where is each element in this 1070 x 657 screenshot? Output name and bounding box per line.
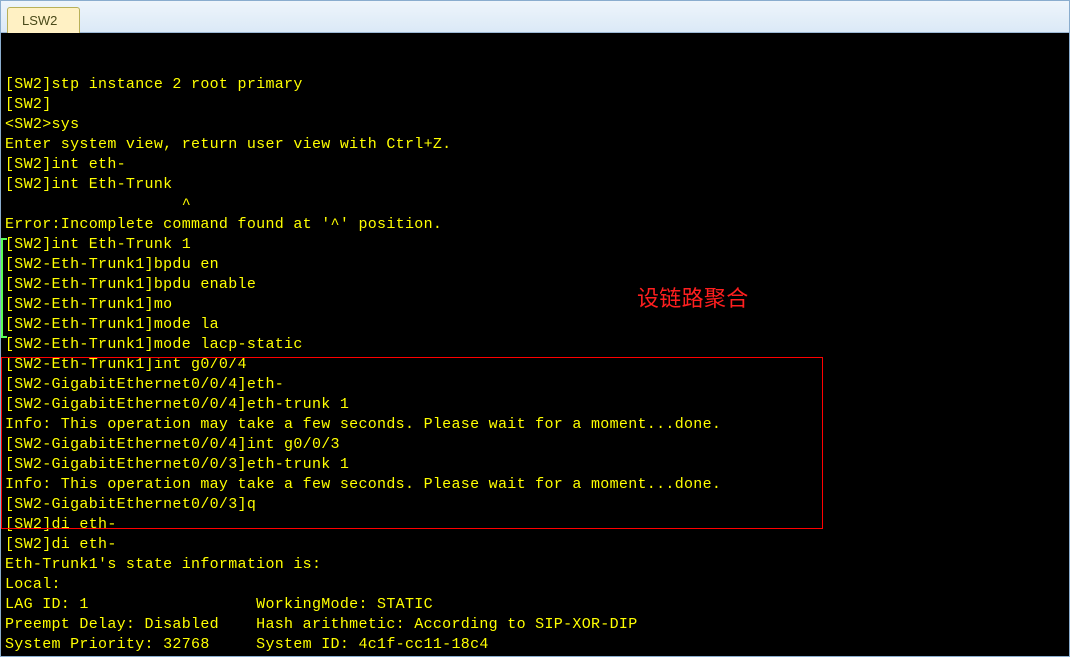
terminal-line: [SW2]int Eth-Trunk 1 xyxy=(5,235,1065,255)
app-window: LSW2 [SW2]stp instance 2 root primary[SW… xyxy=(0,0,1070,657)
terminal-line: Info: This operation may take a few seco… xyxy=(5,475,1065,495)
terminal-lines: [SW2]stp instance 2 root primary[SW2]<SW… xyxy=(5,75,1065,656)
terminal-line: Least Active-linknumber: 1 Max Active-li… xyxy=(5,655,1065,656)
bracket-indicator xyxy=(1,238,7,338)
terminal-line: [SW2-Eth-Trunk1]mode lacp-static xyxy=(5,335,1065,355)
terminal-line: [SW2]di eth- xyxy=(5,515,1065,535)
terminal-line: Error:Incomplete command found at '^' po… xyxy=(5,215,1065,235)
terminal-line: LAG ID: 1 WorkingMode: STATIC xyxy=(5,595,1065,615)
terminal-line: [SW2]di eth- xyxy=(5,535,1065,555)
terminal-line: [SW2-GigabitEthernet0/0/4]eth- xyxy=(5,375,1065,395)
terminal-line: ^ xyxy=(5,195,1065,215)
tab-bar: LSW2 xyxy=(1,1,1069,33)
terminal-line: [SW2-GigabitEthernet0/0/4]eth-trunk 1 xyxy=(5,395,1065,415)
terminal-line: [SW2-Eth-Trunk1]bpdu en xyxy=(5,255,1065,275)
tab-lsw2[interactable]: LSW2 xyxy=(7,7,80,33)
terminal-line: [SW2]int eth- xyxy=(5,155,1065,175)
terminal-line: [SW2-Eth-Trunk1]bpdu enable xyxy=(5,275,1065,295)
terminal-line: [SW2] xyxy=(5,95,1065,115)
terminal-line: [SW2-GigabitEthernet0/0/4]int g0/0/3 xyxy=(5,435,1065,455)
terminal-line: <SW2>sys xyxy=(5,115,1065,135)
terminal-line: [SW2-Eth-Trunk1]int g0/0/4 xyxy=(5,355,1065,375)
terminal-line: System Priority: 32768 System ID: 4c1f-c… xyxy=(5,635,1065,655)
terminal-line: Enter system view, return user view with… xyxy=(5,135,1065,155)
terminal-line: [SW2-GigabitEthernet0/0/3]eth-trunk 1 xyxy=(5,455,1065,475)
terminal-pane[interactable]: [SW2]stp instance 2 root primary[SW2]<SW… xyxy=(1,33,1069,656)
terminal-line: [SW2]stp instance 2 root primary xyxy=(5,75,1065,95)
terminal-line: [SW2-Eth-Trunk1]mo xyxy=(5,295,1065,315)
terminal-line: Local: xyxy=(5,575,1065,595)
terminal-line: [SW2-Eth-Trunk1]mode la xyxy=(5,315,1065,335)
terminal-line: [SW2-GigabitEthernet0/0/3]q xyxy=(5,495,1065,515)
annotation-link-aggregation: 设链路聚合 xyxy=(637,289,749,309)
terminal-line: Eth-Trunk1's state information is: xyxy=(5,555,1065,575)
terminal-line: Preempt Delay: Disabled Hash arithmetic:… xyxy=(5,615,1065,635)
terminal-line: [SW2]int Eth-Trunk xyxy=(5,175,1065,195)
terminal-line: Info: This operation may take a few seco… xyxy=(5,415,1065,435)
